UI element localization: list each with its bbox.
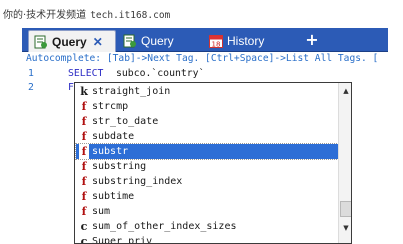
column-icon: c xyxy=(80,235,88,244)
function-icon: f xyxy=(81,130,87,143)
line-number: 2 xyxy=(28,82,34,93)
autocomplete-popup: k straight_join f strcmp f str_to_date f subdat… xyxy=(74,82,352,244)
scrollbar[interactable]: ▲ ▼ xyxy=(338,83,351,243)
function-icon: f xyxy=(81,205,87,218)
autocomplete-item-label: subtime xyxy=(92,191,135,202)
autocomplete-item[interactable]: c sum_of_other_index_sizes xyxy=(76,219,338,234)
autocomplete-item-label: straight_join xyxy=(92,86,171,97)
code-line: 1 SELECT subco.`country` xyxy=(22,68,388,80)
scroll-up-icon[interactable]: ▲ xyxy=(339,84,351,98)
tab-query[interactable]: Query xyxy=(118,30,198,51)
calendar-badge: 18 xyxy=(212,40,221,48)
scrollbar-thumb[interactable] xyxy=(340,201,351,217)
autocomplete-item[interactable]: f str_to_date xyxy=(76,114,338,129)
function-icon: f xyxy=(81,100,87,113)
function-icon: f xyxy=(81,160,87,173)
function-icon: f xyxy=(81,115,87,128)
autocomplete-item[interactable]: f strcmp xyxy=(76,99,338,114)
watermark-url: tech.it168.com xyxy=(90,10,171,21)
autocomplete-item[interactable]: f subdate xyxy=(76,129,338,144)
column-icon: c xyxy=(80,220,88,233)
line-number: 1 xyxy=(28,68,34,79)
tab-label: Query xyxy=(52,34,87,49)
tab-bar: Query ✕ Query 18 History + xyxy=(22,28,388,52)
keyword-icon: k xyxy=(80,85,88,98)
function-icon: f xyxy=(79,144,89,159)
tab-query-active[interactable]: Query ✕ xyxy=(28,30,116,52)
autocomplete-item[interactable]: c Super_priv xyxy=(76,234,338,244)
tab-label: History xyxy=(227,33,265,48)
query-icon xyxy=(123,34,137,48)
sql-keyword: SELECT xyxy=(68,68,104,79)
autocomplete-item[interactable]: k straight_join xyxy=(76,84,338,99)
function-icon: f xyxy=(81,190,87,203)
autocomplete-item[interactable]: f substr xyxy=(75,143,339,160)
autocomplete-item-label: sum xyxy=(92,206,111,217)
autocomplete-item-label: strcmp xyxy=(92,101,129,112)
autocomplete-item-label: Super_priv xyxy=(92,236,153,244)
scroll-down-icon[interactable]: ▼ xyxy=(339,221,351,235)
tab-history[interactable]: 18 History xyxy=(204,30,294,51)
autocomplete-item-label: sum_of_other_index_sizes xyxy=(92,221,237,232)
code-text: subco.`country` xyxy=(116,68,205,79)
close-icon[interactable]: ✕ xyxy=(93,35,103,49)
autocomplete-item-label: subdate xyxy=(92,131,135,142)
autocomplete-item-label: str_to_date xyxy=(92,116,159,127)
autocomplete-item[interactable]: f substring_index xyxy=(76,174,338,189)
autocomplete-item-label: substr xyxy=(92,146,129,157)
autocomplete-item-label: substring_index xyxy=(92,176,183,187)
autocomplete-item[interactable]: f sum xyxy=(76,204,338,219)
query-icon xyxy=(34,35,48,49)
autocomplete-hint: Autocomplete: [Tab]->Next Tag. [Ctrl+Spa… xyxy=(26,53,379,64)
autocomplete-item[interactable]: f substring xyxy=(76,159,338,174)
autocomplete-item[interactable]: f subtime xyxy=(76,189,338,204)
watermark: 你的·技术开发频道 tech.it168.com xyxy=(3,6,170,21)
autocomplete-item-label: substring xyxy=(92,161,147,172)
calendar-icon: 18 xyxy=(209,34,223,48)
add-tab-button[interactable]: + xyxy=(302,30,322,50)
function-icon: f xyxy=(81,175,87,188)
watermark-text: 你的·技术开发频道 xyxy=(3,10,87,21)
tab-label: Query xyxy=(141,33,174,48)
